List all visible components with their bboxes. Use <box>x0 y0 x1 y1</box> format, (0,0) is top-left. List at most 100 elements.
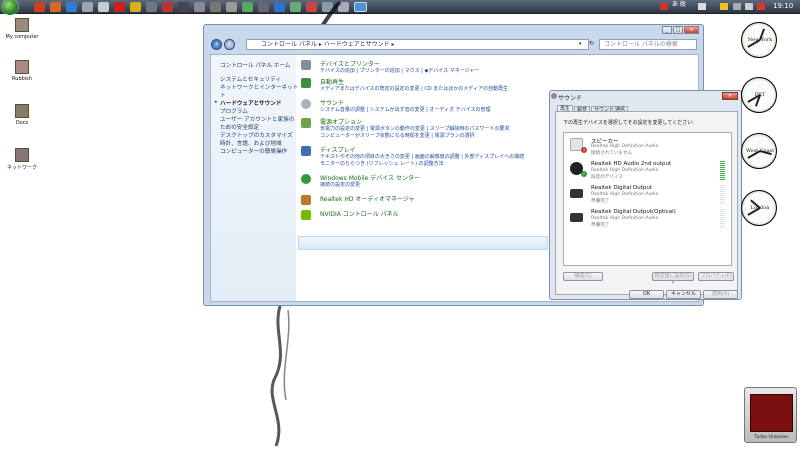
category-links[interactable]: メディアまたはデバイスの既定の設定の変更 | CD またはほかのメディアの自動再… <box>320 85 508 92</box>
configure-button[interactable]: 構成(C) <box>563 272 603 281</box>
clock-gadget[interactable]: New York <box>741 22 777 58</box>
close-button[interactable]: ✕ <box>684 26 699 34</box>
app-icon[interactable] <box>242 2 253 12</box>
volume-meter <box>720 209 725 228</box>
category-title[interactable]: NVIDIA コントロール パネル <box>320 209 399 218</box>
wallpaper-splash <box>270 300 290 446</box>
list-item[interactable]: ✓ Realtek HD Audio 2nd output Realtek Hi… <box>564 159 731 183</box>
app-icon[interactable] <box>210 2 221 12</box>
properties-button[interactable]: プロパティ(P) <box>698 272 734 281</box>
flag-icon[interactable] <box>660 3 668 10</box>
category-links[interactable]: モニターのちらつき (リフレッシュ レート) の調整方法 <box>320 160 444 167</box>
list-item[interactable]: ↓ スピーカー Realtek High Definition Audio 接続… <box>564 135 731 159</box>
computer-icon <box>15 18 29 32</box>
forward-button[interactable]: › <box>224 39 235 50</box>
app-icon[interactable] <box>130 2 141 12</box>
list-item[interactable]: Realtek Digital Output(Optical) Realtek … <box>564 207 731 231</box>
control-panel-task-icon[interactable] <box>354 2 367 12</box>
category-links[interactable]: コンピューターがスリープ状態になる時間を変更 | 電源プランの選択 <box>320 132 475 139</box>
volume-icon[interactable] <box>745 3 753 10</box>
firefox-icon[interactable] <box>50 2 61 12</box>
speaker-icon <box>551 93 557 99</box>
app-icon[interactable] <box>226 2 237 12</box>
search-input[interactable]: コントロール パネルの検索 <box>599 39 697 50</box>
sound-dialog[interactable]: サウンド ✕ 再生 録音 サウンド 通信 下の再生デバイスを選択してその設定を変… <box>549 90 742 300</box>
app-icon[interactable] <box>274 2 285 12</box>
nav-link-hardware-sound[interactable]: ハードウェアとサウンド <box>220 99 281 107</box>
app-icon[interactable] <box>162 2 173 12</box>
app-icon[interactable] <box>306 2 317 12</box>
category-nvidia-row[interactable] <box>298 236 548 250</box>
monitor-icon <box>301 146 311 156</box>
refresh-icon[interactable]: ↻ <box>589 40 594 47</box>
category-links[interactable]: デバイスの追加 | プリンターの追加 | マウス | ◆デバイス マネージャー <box>320 67 479 74</box>
clock-gadget[interactable]: London <box>741 190 777 226</box>
tray-icon[interactable] <box>757 3 765 10</box>
power-icon <box>301 118 311 128</box>
back-button[interactable]: ‹ <box>211 39 222 50</box>
device-name: Realtek Digital Output <box>591 185 653 191</box>
address-bar[interactable]: コントロール パネル ▸ ハードウェアとサウンド ▸ <box>246 39 589 50</box>
app-icon[interactable] <box>146 2 157 12</box>
window-controls: _ □ ✕ <box>662 26 699 35</box>
recycle-bin-icon <box>15 60 29 74</box>
autoplay-icon <box>301 78 311 88</box>
clock-gadget[interactable]: PRT <box>741 77 777 113</box>
nav-link-programs[interactable]: プログラム <box>220 107 248 115</box>
device-driver: Realtek High Definition Audio <box>591 216 659 221</box>
app-icon[interactable] <box>178 2 189 12</box>
optical-output-icon <box>570 213 583 222</box>
nav-link-system-security[interactable]: システムとセキュリティ <box>220 75 281 83</box>
address-path: コントロール パネル ▸ ハードウェアとサウンド ▸ <box>261 41 395 48</box>
nav-link-user-accounts-wrap[interactable]: ための安全設定 <box>220 123 259 131</box>
nav-link-control-panel-home[interactable]: コントロール パネル ホーム <box>220 61 291 69</box>
close-button[interactable]: ✕ <box>722 92 738 100</box>
list-item[interactable]: Realtek Digital Output Realtek High Defi… <box>564 183 731 207</box>
desktop-icon-my-computer[interactable]: My computer <box>2 18 42 40</box>
app-icon[interactable] <box>98 2 109 12</box>
address-dropdown-icon[interactable]: ▾ <box>579 41 582 47</box>
desktop-icon-rubbish[interactable]: Rubbish <box>2 60 42 82</box>
nav-link-ease-of-access[interactable]: コンピューターの簡単操作 <box>220 147 287 155</box>
desktop-icon-network[interactable]: ネットワーク <box>2 148 42 171</box>
network-icon[interactable] <box>733 3 741 10</box>
category-links[interactable]: システム音量の調整 | システムが出す音の変更 | オーディオ デバイスの管理 <box>320 106 491 113</box>
minimize-button[interactable]: _ <box>662 26 672 34</box>
realtek-icon <box>301 195 311 205</box>
playback-tab-panel: 下の再生デバイスを選択してその設定を変更してください: ↓ スピーカー Real… <box>555 111 738 295</box>
category-links[interactable]: 省電力の設定の変更 | 電源ボタンの動作の変更 | スリープ解除時のパスワードの… <box>320 125 509 132</box>
volume-meter <box>720 185 725 204</box>
desktop-icon-docs[interactable]: Docs <box>2 104 42 126</box>
category-title[interactable]: Realtek HD オーディオマネージャ <box>320 194 415 203</box>
device-name: Realtek HD Audio 2nd output <box>591 161 672 167</box>
folder-icon <box>15 104 29 118</box>
nav-link-clock-language-region[interactable]: 時計、言語、および地域 <box>220 139 282 147</box>
app-icon[interactable] <box>258 2 269 12</box>
tray-icon[interactable] <box>720 3 728 10</box>
app-icon[interactable] <box>34 2 45 12</box>
app-icon[interactable] <box>82 2 93 12</box>
taskbar-clock[interactable]: 19:10 <box>773 2 793 10</box>
maximize-button[interactable]: □ <box>673 26 683 34</box>
clock-gadget[interactable]: West Coast <box>741 133 777 169</box>
app-icon[interactable] <box>290 2 301 12</box>
ok-button[interactable]: OK <box>629 290 664 299</box>
nav-link-network-internet[interactable]: ネットワークとインターネット <box>220 83 298 91</box>
app-icon[interactable] <box>114 2 125 12</box>
category-links[interactable]: 接続の設定の変更 <box>320 181 360 188</box>
apply-button[interactable]: 適用(A) <box>703 290 738 299</box>
cancel-button[interactable]: キャンセル <box>666 290 701 299</box>
set-default-button[interactable]: 既定値に設定(S) ▾ <box>652 272 694 286</box>
ime-indicator[interactable]: あ 般 <box>672 2 686 8</box>
nav-link-network-internet-wrap[interactable]: ト <box>220 91 226 99</box>
explorer-icon[interactable] <box>66 2 77 12</box>
nav-link-appearance[interactable]: デスクトップのカスタマイズ <box>220 131 293 139</box>
app-icon[interactable] <box>194 2 205 12</box>
nav-link-user-accounts[interactable]: ユーザー アカウントと家族の <box>220 115 294 123</box>
default-check-icon: ✓ <box>581 171 587 177</box>
device-list[interactable]: ↓ スピーカー Realtek High Definition Audio 接続… <box>563 132 732 266</box>
start-button[interactable] <box>2 0 18 15</box>
turbo-unlocker-gadget[interactable]: Turbo Unlocker <box>744 387 797 443</box>
ime-tool-icon[interactable] <box>698 3 706 10</box>
category-links[interactable]: テキストやその他の項目の大きさの変更 | 画面の解像度の調整 | 外部ディスプレ… <box>320 153 524 160</box>
